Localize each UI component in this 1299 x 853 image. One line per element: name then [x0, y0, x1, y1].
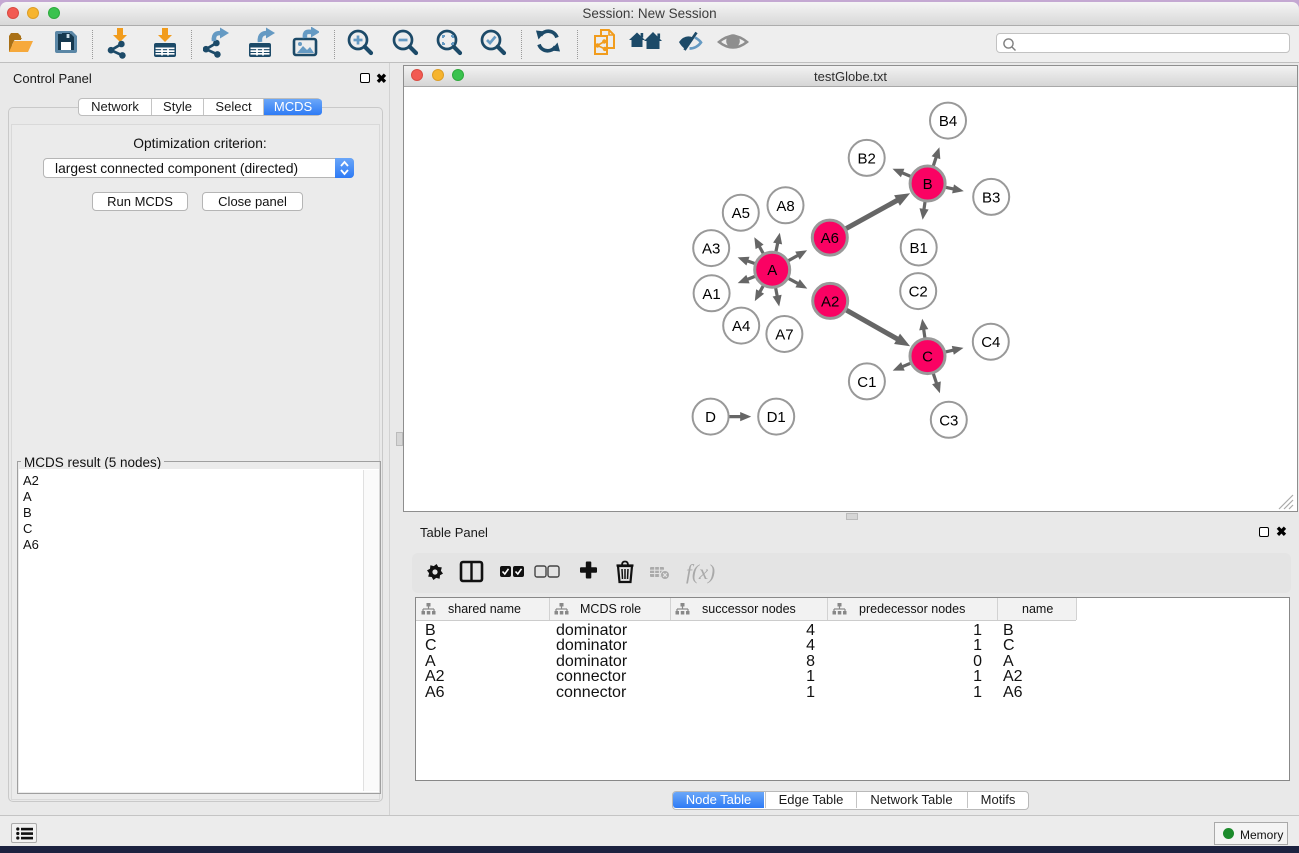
svg-text:A5: A5 — [732, 205, 750, 222]
svg-text:B3: B3 — [982, 189, 1000, 206]
svg-text:B1: B1 — [910, 240, 928, 257]
svg-text:B2: B2 — [858, 150, 876, 167]
svg-text:C4: C4 — [981, 334, 1000, 351]
svg-text:B4: B4 — [939, 113, 957, 130]
svg-text:D1: D1 — [767, 409, 786, 426]
svg-text:A1: A1 — [702, 286, 720, 303]
svg-text:C1: C1 — [857, 374, 876, 391]
svg-text:A8: A8 — [776, 198, 794, 215]
svg-text:C: C — [922, 349, 933, 366]
svg-text:A: A — [767, 262, 777, 279]
svg-text:A4: A4 — [732, 318, 750, 335]
svg-text:A6: A6 — [821, 230, 839, 247]
svg-text:C2: C2 — [909, 284, 928, 301]
svg-text:A2: A2 — [821, 293, 839, 310]
svg-text:D: D — [705, 409, 716, 426]
svg-text:A7: A7 — [775, 327, 793, 344]
svg-text:C3: C3 — [939, 412, 958, 429]
svg-text:B: B — [923, 176, 933, 193]
svg-text:A3: A3 — [702, 241, 720, 258]
